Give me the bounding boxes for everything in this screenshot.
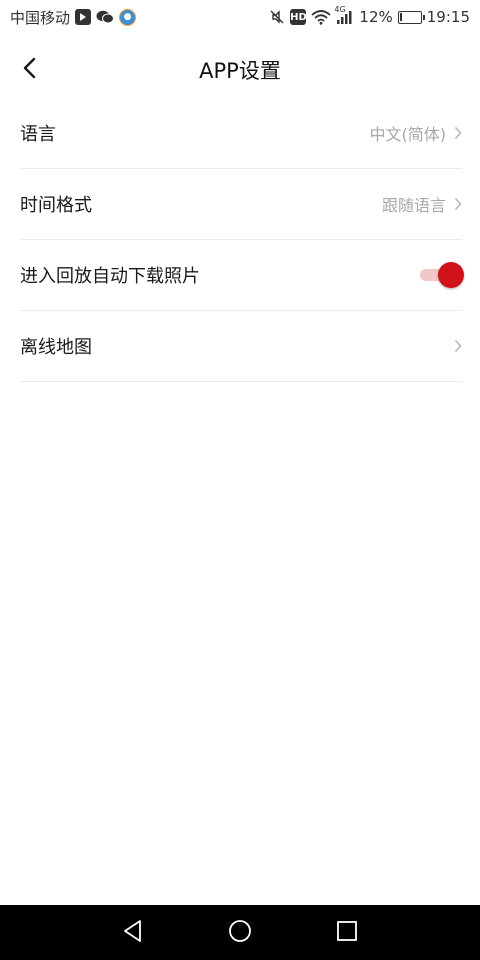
status-bar-right: HD 4G 12% 19:15 [269, 5, 470, 26]
setting-row-auto-download-photos: 进入回放自动下载照片 [20, 240, 464, 311]
battery-percent: 12% [359, 8, 393, 26]
nav-back-button[interactable] [80, 905, 187, 960]
toggle-knob [438, 262, 464, 288]
setting-label: 离线地图 [20, 337, 92, 358]
hd-icon: HD [290, 9, 307, 25]
setting-row-offline-map[interactable]: 离线地图 [20, 311, 462, 382]
settings-list: 语言 中文(简体) 时间格式 跟随语言 进入回放自动下载照片 离线地图 [20, 98, 464, 382]
setting-value: 中文(简体) [369, 125, 447, 144]
wechat-icon [96, 10, 115, 24]
setting-value-group: 中文(简体) [370, 121, 463, 145]
signal-icon: 4G [334, 5, 354, 24]
setting-value-group: 跟随语言 [382, 192, 462, 216]
chevron-right-icon [454, 126, 462, 140]
back-triangle-icon [122, 919, 144, 947]
nav-recents-button[interactable] [294, 905, 401, 960]
chevron-right-icon [454, 339, 462, 353]
setting-label: 进入回放自动下载照片 [20, 266, 200, 287]
home-circle-icon [228, 919, 252, 947]
app-icon: ● [119, 8, 137, 26]
recents-square-icon [336, 920, 358, 946]
app-header: APP设置 [0, 40, 480, 100]
chevron-left-icon [22, 57, 38, 83]
status-bar: 中国移动 ● HD 4G 12% 19:15 [0, 0, 480, 34]
wifi-icon [311, 9, 332, 25]
battery-icon [397, 10, 425, 24]
setting-value-group [454, 339, 462, 353]
network-type: 4G [334, 5, 346, 14]
nav-home-button[interactable] [187, 905, 294, 960]
status-bar-left: 中国移动 ● [10, 7, 137, 28]
chevron-right-icon [454, 197, 462, 211]
battery-fill [399, 12, 402, 21]
setting-value: 跟随语言 [381, 196, 446, 215]
clock: 19:15 [426, 8, 470, 26]
setting-row-time-format[interactable]: 时间格式 跟随语言 [20, 169, 462, 240]
setting-label: 语言 [20, 124, 56, 145]
page-title: APP设置 [199, 59, 281, 83]
setting-row-language[interactable]: 语言 中文(简体) [20, 98, 462, 169]
auto-download-toggle[interactable] [420, 262, 464, 288]
carrier-name: 中国移动 [10, 8, 71, 27]
setting-label: 时间格式 [20, 195, 92, 216]
mute-icon [269, 9, 285, 25]
system-nav-bar [0, 905, 480, 960]
back-button[interactable] [12, 50, 48, 90]
play-app-icon [75, 9, 92, 25]
